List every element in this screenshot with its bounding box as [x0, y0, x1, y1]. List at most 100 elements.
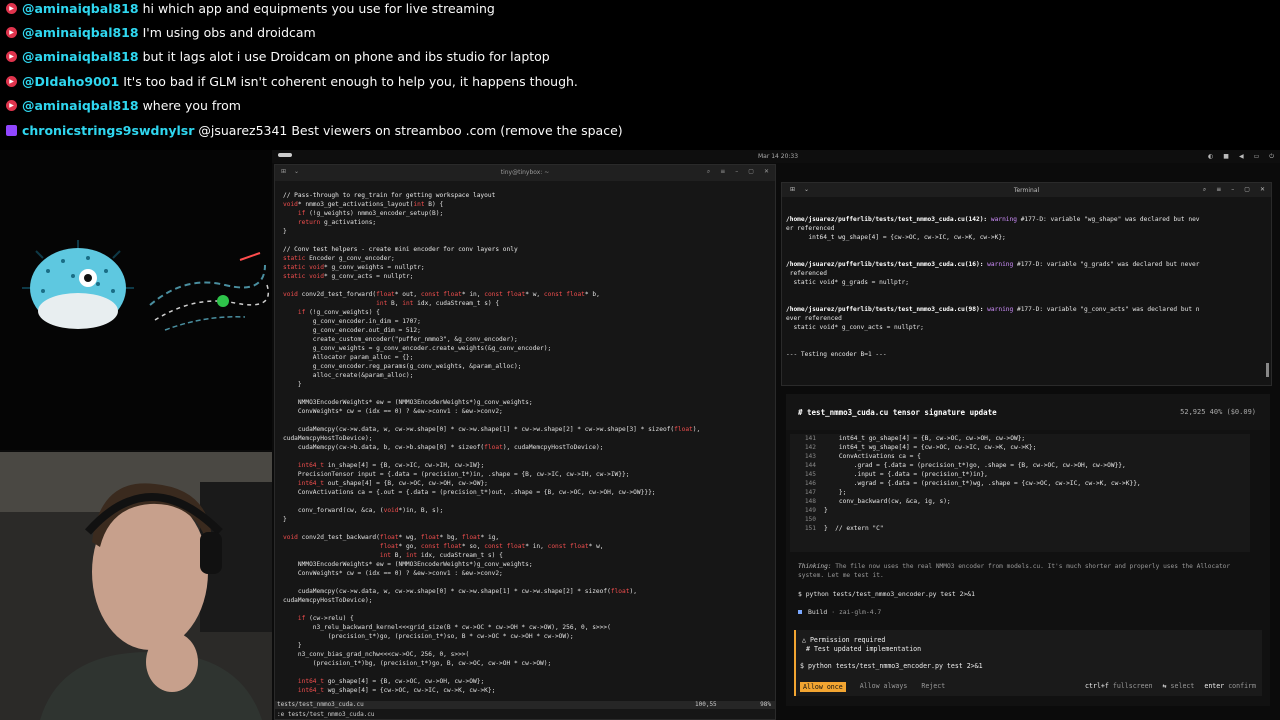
terminal-output[interactable]: /home/jsuarez/pufferlib/tests/test_nmmo3… [786, 215, 1265, 359]
chat-text: @jsuarez5341 Best viewers on streamboo .… [198, 122, 623, 138]
code-line: cudaMemcpyHostToDevice); [283, 435, 373, 442]
code-line: if (!g_weights) nmmo3_encoder_setup(B); [297, 210, 444, 217]
terminal-titlebar: ⊞ ⌄ Terminal ⌕ ≡ – ▢ ✕ [782, 183, 1271, 197]
diff-line: 147 }; [790, 488, 1250, 497]
diff-line: 142 int64_t wg_shape[4] = {cw->OC, cw->I… [790, 443, 1250, 452]
chat-username: @aminaiqbal818 [22, 24, 139, 40]
allow-always-button[interactable]: Allow always [860, 682, 908, 692]
desktop-top-bar: Mar 14 20:33 ◐ ■ ◀ ▭ ⏻ [272, 150, 1280, 163]
warning-path: /home/jsuarez/pufferlib/tests/test_nmmo3… [786, 306, 984, 313]
diff-line: 149} [790, 506, 1250, 515]
code-line: n3_relu_backward_kernel<<<grid_size(B * … [283, 624, 611, 631]
activities-button[interactable] [278, 153, 292, 157]
clock: Mar 14 20:33 [758, 153, 799, 160]
code-editor-window: ⊞ ⌄ tiny@tinybox: ~ ⌕ ≡ – ▢ ✕ // Pass-th… [274, 164, 776, 720]
warning-path: /home/jsuarez/pufferlib/tests/test_nmmo3… [786, 261, 984, 268]
chat-username: @aminaiqbal818 [22, 0, 139, 16]
minimize-icon[interactable]: – [735, 168, 738, 176]
terminal-line: /home/jsuarez/pufferlib/tests/test_nmmo3… [786, 305, 1265, 314]
terminal-line: referenced [786, 270, 827, 277]
maximize-icon[interactable]: ▢ [1244, 186, 1250, 194]
maximize-icon[interactable]: ▢ [748, 168, 754, 176]
terminal-line: static void* g_conv_acts = nullptr; [786, 324, 924, 331]
volume-icon[interactable]: ◀ [1239, 153, 1244, 161]
search-icon[interactable]: ⌕ [1203, 186, 1206, 194]
network-icon[interactable]: ◐ [1208, 153, 1213, 161]
stream-chat-overlay: ▶ @aminaiqbal818 hi which app and equipmen… [0, 0, 1280, 150]
editor-command-line[interactable]: :e tests/test_nmmo3_cuda.cu [277, 711, 375, 718]
code-line: int64_t wg_shape[4] = {cw->OC, cw->IC, c… [297, 687, 496, 694]
terminal-line: static void* g_grads = nullptr; [786, 279, 909, 286]
status-cursor-position: 100,55 [695, 701, 717, 708]
minimize-icon[interactable]: – [1231, 186, 1234, 194]
code-line: (precision_t*)go, (precision_t*)so, B * … [283, 633, 574, 640]
line-number: 149 [804, 507, 816, 514]
diff-line: 150 [790, 515, 1250, 524]
close-icon[interactable]: ✕ [1260, 186, 1265, 194]
chat-text: It's too bad if GLM isn't coherent enoug… [123, 73, 578, 89]
camera-icon[interactable]: ■ [1223, 153, 1229, 161]
agent-token-stats: 52,925 40% ($0.09) [1180, 408, 1256, 416]
webcam-person-silhouette [0, 452, 272, 720]
warning-label: warning [987, 306, 1014, 313]
diff-line: 143 ConvActivations ca = { [790, 452, 1250, 461]
code-line: cudaMemcpy(cw->w.data, w, cw->w.shape[0]… [283, 426, 701, 433]
code-buffer[interactable]: // Pass-through to reg_train for getting… [283, 191, 771, 695]
code-diff-view[interactable]: 141 int64_t go_shape[4] = {B, cw->OC, cw… [790, 434, 1250, 552]
model-name: · zai-glm-4.7 [831, 608, 882, 616]
allow-once-button[interactable]: Allow once [800, 682, 846, 692]
line-number: 141 [804, 435, 816, 442]
diff-code: int64_t go_shape[4] = {B, cw->OC, cw->OH… [824, 435, 1026, 442]
line-number: 150 [804, 516, 816, 523]
diff-line: 145 .input = {.data = (precision_t*)in}, [790, 470, 1250, 479]
terminal-line: int64_t wg_shape[4] = {cw->OC, cw->IC, c… [786, 234, 1006, 241]
menu-icon[interactable]: ≡ [1216, 186, 1221, 194]
code-line: static Encoder g_conv_encoder; [283, 255, 395, 262]
webcam-feed [0, 452, 272, 720]
permission-title: △ Permission required [802, 636, 886, 644]
code-line: alloc_create(&param_alloc); [283, 372, 414, 379]
reject-button[interactable]: Reject [921, 682, 945, 692]
agent-header: # test_nmmo3_cuda.cu tensor signature up… [786, 394, 1270, 430]
battery-icon[interactable]: ▭ [1254, 153, 1260, 161]
chat-message: chronicstrings9swdnylsr @jsuarez5341 Best… [6, 119, 623, 141]
chat-message: ▶ @aminaiqbal818 but it lags alot i use Dr… [6, 46, 550, 68]
build-label: Build [808, 608, 828, 616]
close-icon[interactable]: ✕ [764, 168, 769, 176]
code-line: cudaMemcpy(cw->w.data, w, cw->w.shape[0]… [283, 588, 637, 595]
code-line: if (!g_conv_weights) { [297, 309, 380, 316]
warning-label: warning [990, 216, 1017, 223]
chat-message: ▶ @DIdaho9001 It's too bad if GLM isn't co… [6, 70, 578, 92]
terminal-scrollbar[interactable] [1266, 363, 1269, 377]
power-icon[interactable]: ⏻ [1269, 153, 1274, 161]
permission-subtitle: # Test updated implementation [806, 645, 922, 653]
search-icon[interactable]: ⌕ [707, 168, 710, 176]
agent-thinking-text: Thinking: The file now uses the real NMM… [798, 562, 1254, 580]
youtube-icon: ▶ [6, 100, 17, 112]
menu-icon[interactable]: ≡ [720, 168, 725, 176]
code-line: g_conv_weights = g_conv_encoder.create_w… [283, 345, 552, 352]
code-line: int64_t go_shape[4] = {B, cw->OC, cw->OH… [297, 678, 485, 685]
youtube-icon: ▶ [6, 75, 17, 87]
code-line: void conv2d_test_backward(float* wg, flo… [283, 534, 500, 541]
code-line: float* go, const float* so, const float*… [379, 543, 604, 550]
chat-username: @aminaiqbal818 [22, 98, 139, 114]
line-number: 142 [804, 444, 816, 451]
code-line: Allocator param_alloc = {}; [283, 354, 414, 361]
chat-username: @aminaiqbal818 [22, 49, 139, 65]
permission-actions: Allow once Allow always Reject [800, 682, 945, 692]
thinking-label: Thinking: [798, 563, 832, 570]
warning-path: /home/jsuarez/pufferlib/tests/test_nmmo3… [786, 216, 988, 223]
code-line: if (cw->relu) { [297, 615, 354, 622]
code-line: create_custom_encoder("puffer_nmmo3", &g… [283, 336, 518, 343]
youtube-icon: ▶ [6, 26, 17, 38]
code-line: static void* g_conv_acts = nullptr; [283, 273, 414, 280]
